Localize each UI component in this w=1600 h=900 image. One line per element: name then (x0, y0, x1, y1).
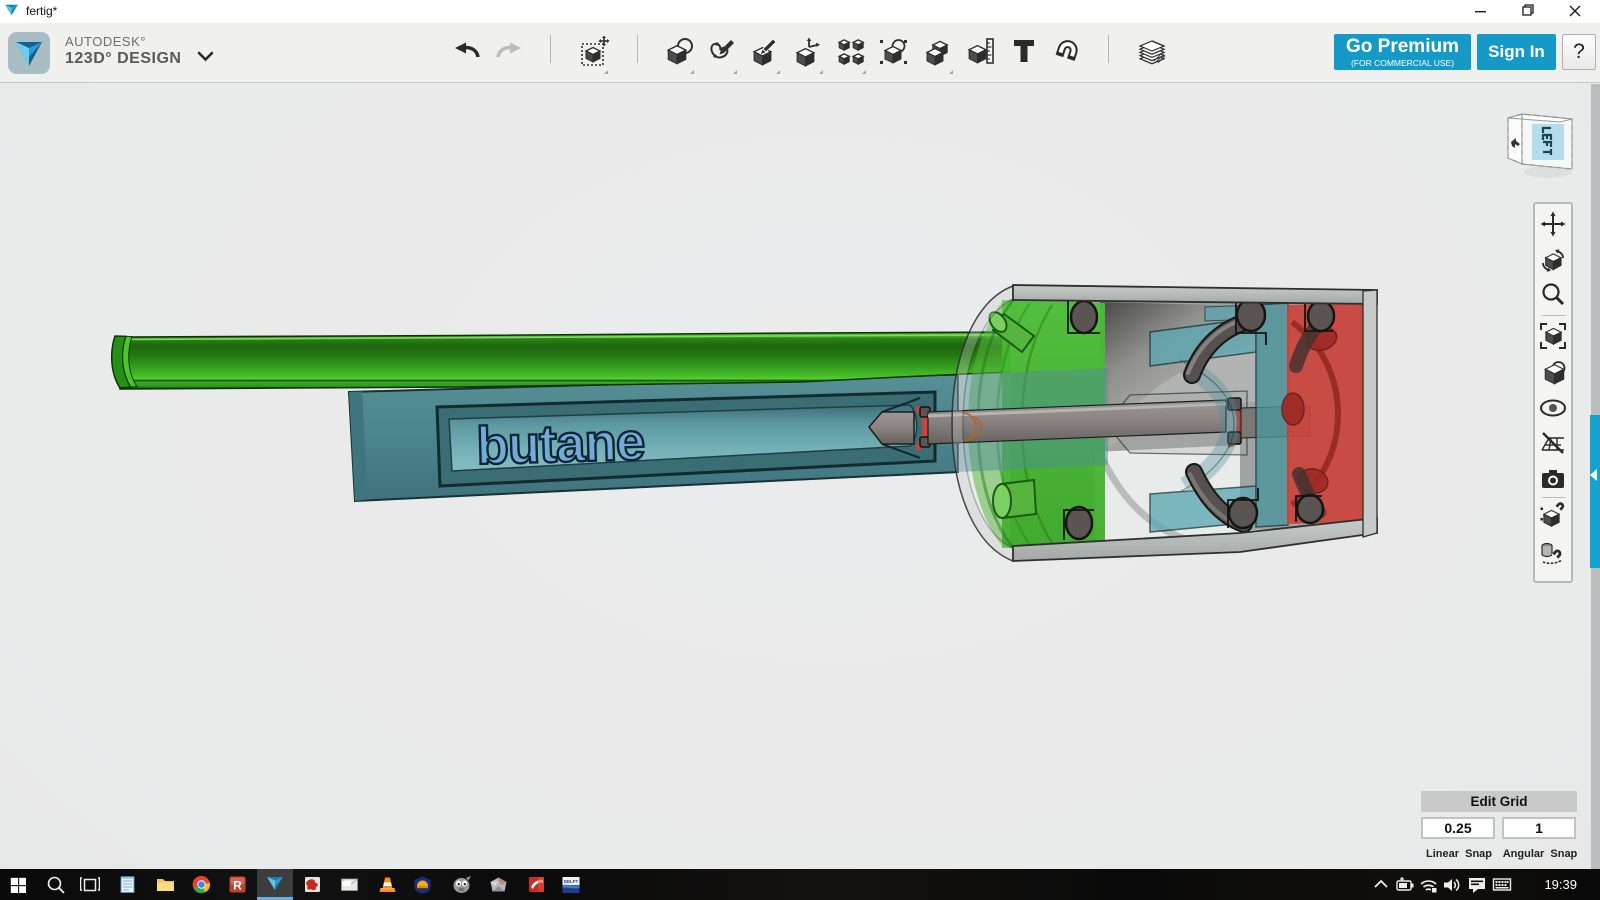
svg-text:butane: butane (476, 412, 645, 476)
svg-text:DELFT: DELFT (564, 879, 579, 884)
svg-text:R: R (233, 879, 242, 893)
